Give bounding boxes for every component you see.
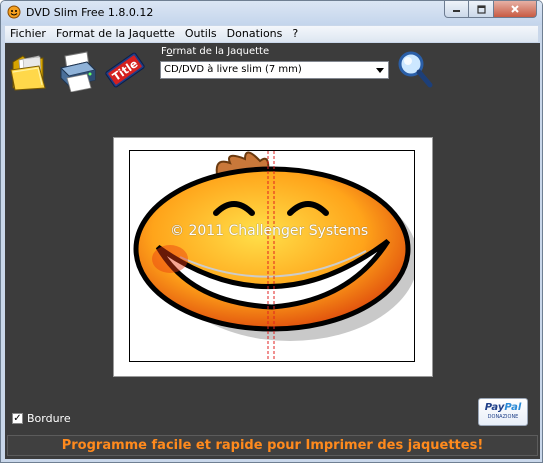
chevron-down-icon [376,67,384,73]
status-message: Programme facile et rapide pour Imprimer… [61,438,484,453]
border-option[interactable]: ✓ Bordure [12,412,71,425]
donate-label: DONAZIONE [487,414,519,420]
maximize-button[interactable] [469,1,494,18]
menu-donations[interactable]: Donations [222,26,288,42]
main-panel: Title Format de la Jaquette CD/DVD à liv… [5,43,540,459]
menu-outils[interactable]: Outils [180,26,222,42]
status-bar: Programme facile et rapide pour Imprimer… [7,435,538,456]
minimize-button[interactable] [444,1,469,18]
menu-fichier[interactable]: Fichier [5,26,51,42]
close-icon [511,5,519,13]
window-title: DVD Slim Free 1.8.0.12 [26,6,154,19]
format-selected-value: CD/DVD à livre slim (7 mm) [164,64,302,75]
title-icon[interactable]: Title [105,48,145,92]
open-folder-icon[interactable] [9,48,49,92]
minimize-icon [453,9,460,12]
paypal-logo: PayPal [484,402,522,413]
watermark-text: © 2011 Challenger Systems [170,223,369,239]
cover-preview: © 2011 Challenger Systems [129,150,415,362]
close-button[interactable] [494,1,537,18]
border-label: Bordure [27,412,71,425]
paypal-donate-button[interactable]: PayPal DONAZIONE [478,398,528,426]
smiley-cover-image [133,151,414,361]
title-bar[interactable]: DVD Slim Free 1.8.0.12 [1,1,542,25]
maximize-icon [476,4,486,14]
check-icon: ✓ [13,412,22,424]
app-icon [7,5,21,19]
preview-panel: © 2011 Challenger Systems [113,137,433,377]
menu-format[interactable]: Format de la Jaquette [51,26,180,42]
window-controls [444,1,537,19]
dropdown-arrow[interactable] [372,62,388,78]
format-dropdown[interactable]: CD/DVD à livre slim (7 mm) [160,61,389,79]
format-label: Format de la Jaquette [161,46,270,57]
menu-bar: Fichier Format de la Jaquette Outils Don… [5,26,538,42]
print-icon[interactable] [57,48,97,92]
menu-help[interactable]: ? [287,26,303,42]
zoom-icon[interactable] [396,49,434,89]
app-window: DVD Slim Free 1.8.0.12 Fichier Format de… [0,0,543,463]
border-checkbox[interactable]: ✓ [12,413,23,424]
